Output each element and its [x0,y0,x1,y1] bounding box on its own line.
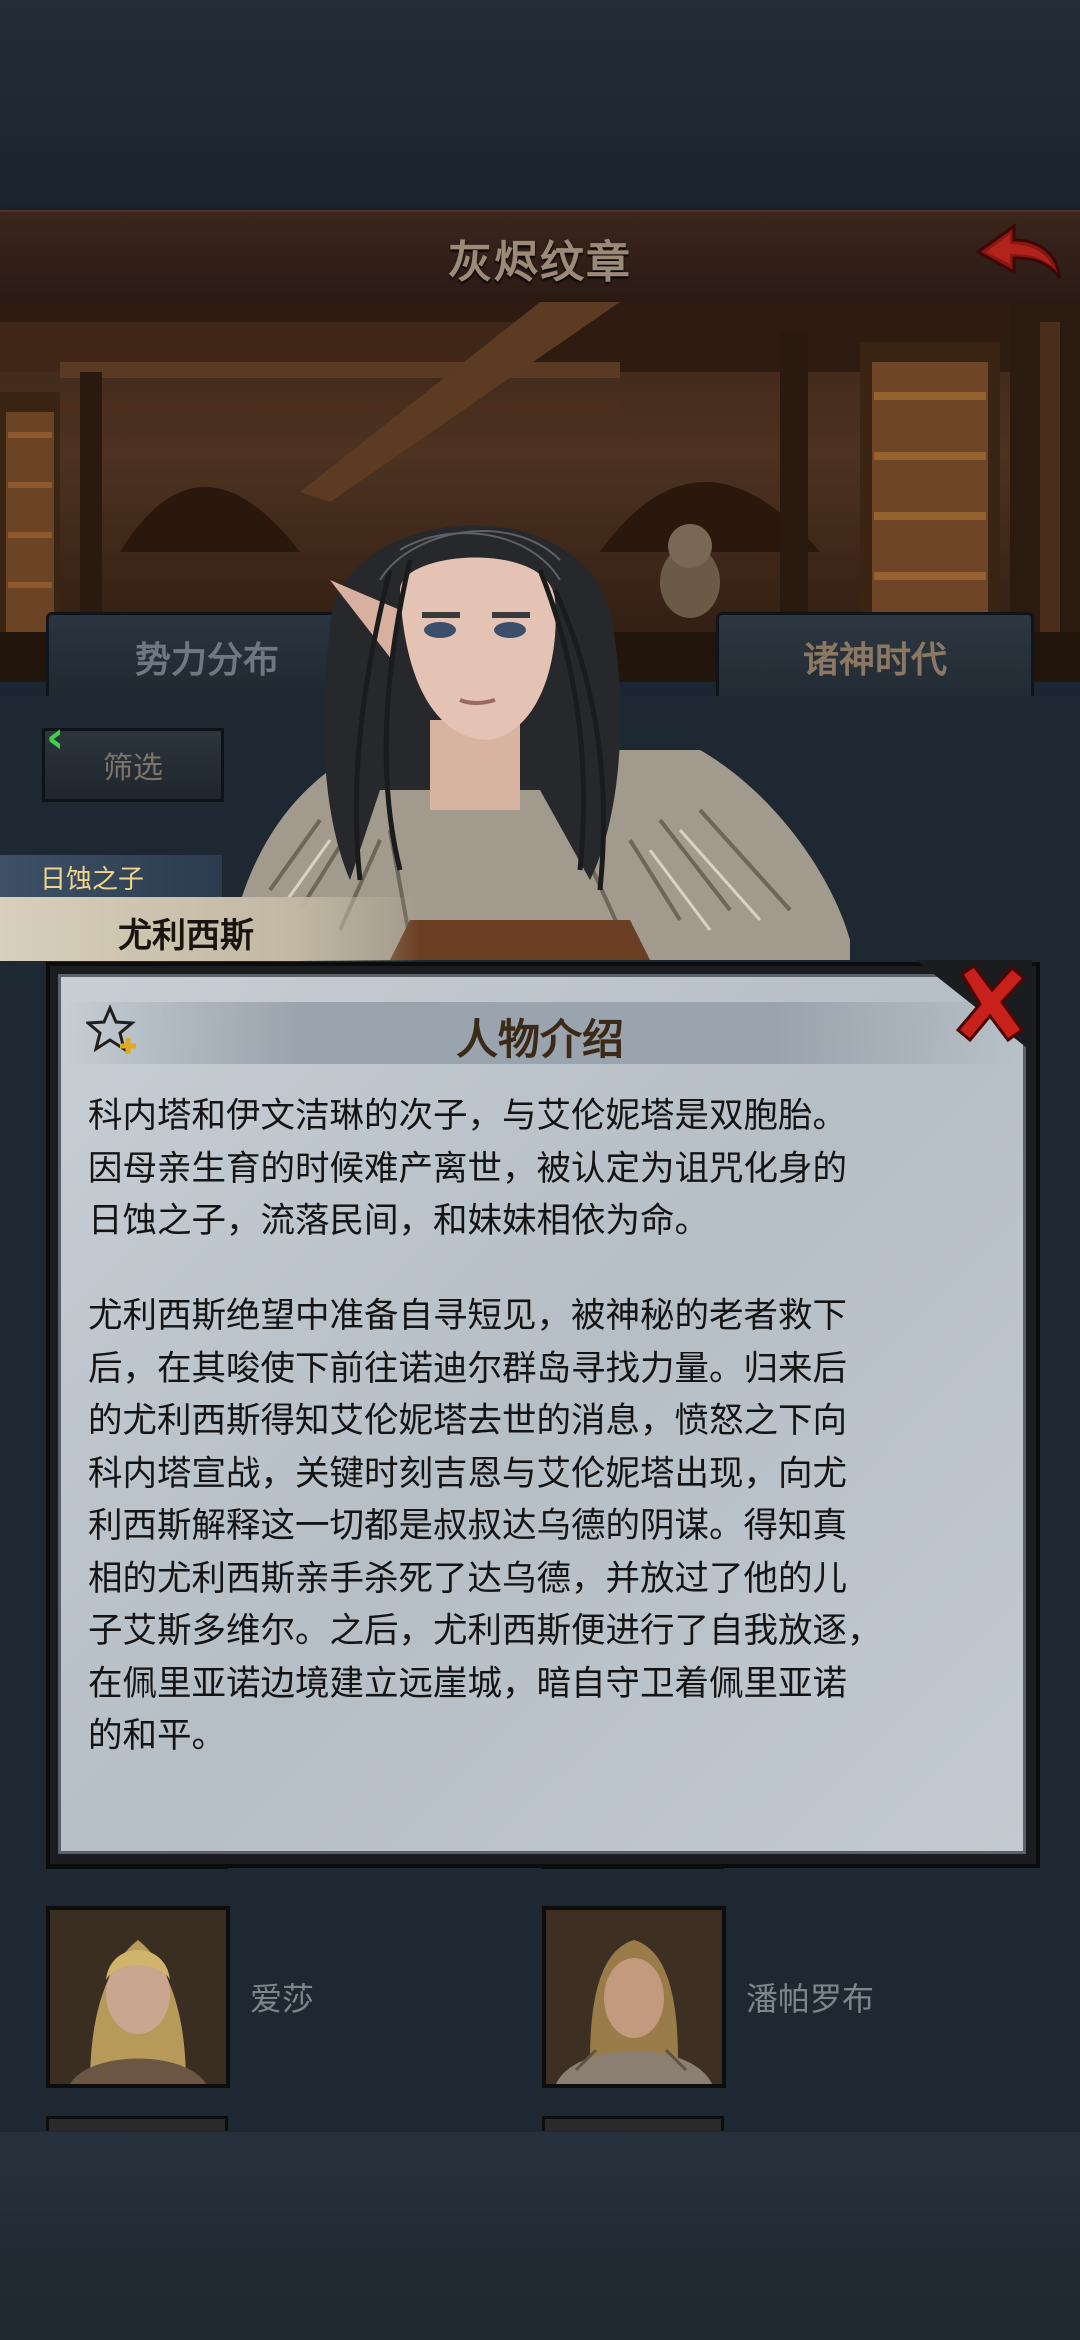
page-title: 灰烬纹章 [448,237,632,288]
character-thumb-partial[interactable] [542,2116,724,2131]
back-button[interactable] [972,220,1064,292]
bottom-background [0,2132,1080,2340]
bio-paragraph-1: 科内塔和伊文洁琳的次子，与艾伦妮塔是双胞胎。 因母亲生育的时候难产离世，被认定为… [88,1096,847,1241]
character-portrait [210,490,850,960]
close-icon [916,960,1032,1052]
character-thumb-partial[interactable] [46,2116,228,2131]
character-name-aisha: 爱莎 [250,1980,315,2018]
back-arrow-icon [975,223,1062,279]
top-background [0,0,1080,210]
character-name: 尤利西斯 [118,916,254,956]
character-name-panpaluobu: 潘帕罗布 [746,1980,875,2018]
character-thumb-panpaluobu[interactable] [542,1906,726,2088]
character-thumb-aisha[interactable] [46,1906,230,2088]
character-epithet: 日蚀之子 [40,865,145,895]
filter-button[interactable]: 筛选 [42,728,224,802]
bio-paragraph-2: 尤利西斯绝望中准备自寻短见，被神秘的老者救下 后，在其唆使下前往诺迪尔群岛寻找力… [88,1296,882,1756]
close-button[interactable] [906,960,1032,1052]
star-add-icon[interactable] [84,1004,142,1060]
chevron-left-icon[interactable]: ‹ [46,712,64,763]
